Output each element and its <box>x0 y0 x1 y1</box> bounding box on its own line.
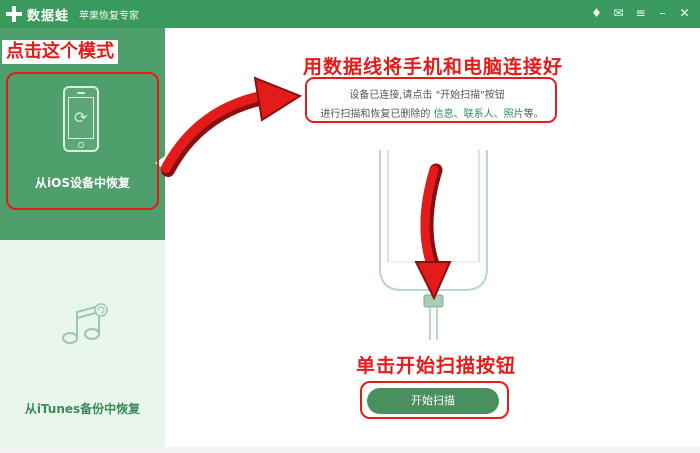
annotation-click-scan: 单击开始扫描按钮 <box>356 355 517 377</box>
status-connected-text: 设备已连接,请点击 "开始扫描"按钮 <box>349 90 505 101</box>
red-arrow-right <box>161 76 303 177</box>
start-scan-button[interactable]: 开始扫描 <box>367 388 499 414</box>
red-arrow-down <box>414 163 452 301</box>
bottom-strip <box>0 447 700 453</box>
status-instruction-text: 进行扫描和恢复已删除的 信息、联系人、照片等。 <box>312 105 552 120</box>
status-suffix: 等。 <box>523 109 544 120</box>
annotation-connect-phone: 用数据线将手机和电脑连接好 <box>303 56 564 78</box>
status-prefix: 进行扫描和恢复已删除的 <box>320 109 434 120</box>
status-highlight: 信息、联系人、照片 <box>433 109 524 120</box>
